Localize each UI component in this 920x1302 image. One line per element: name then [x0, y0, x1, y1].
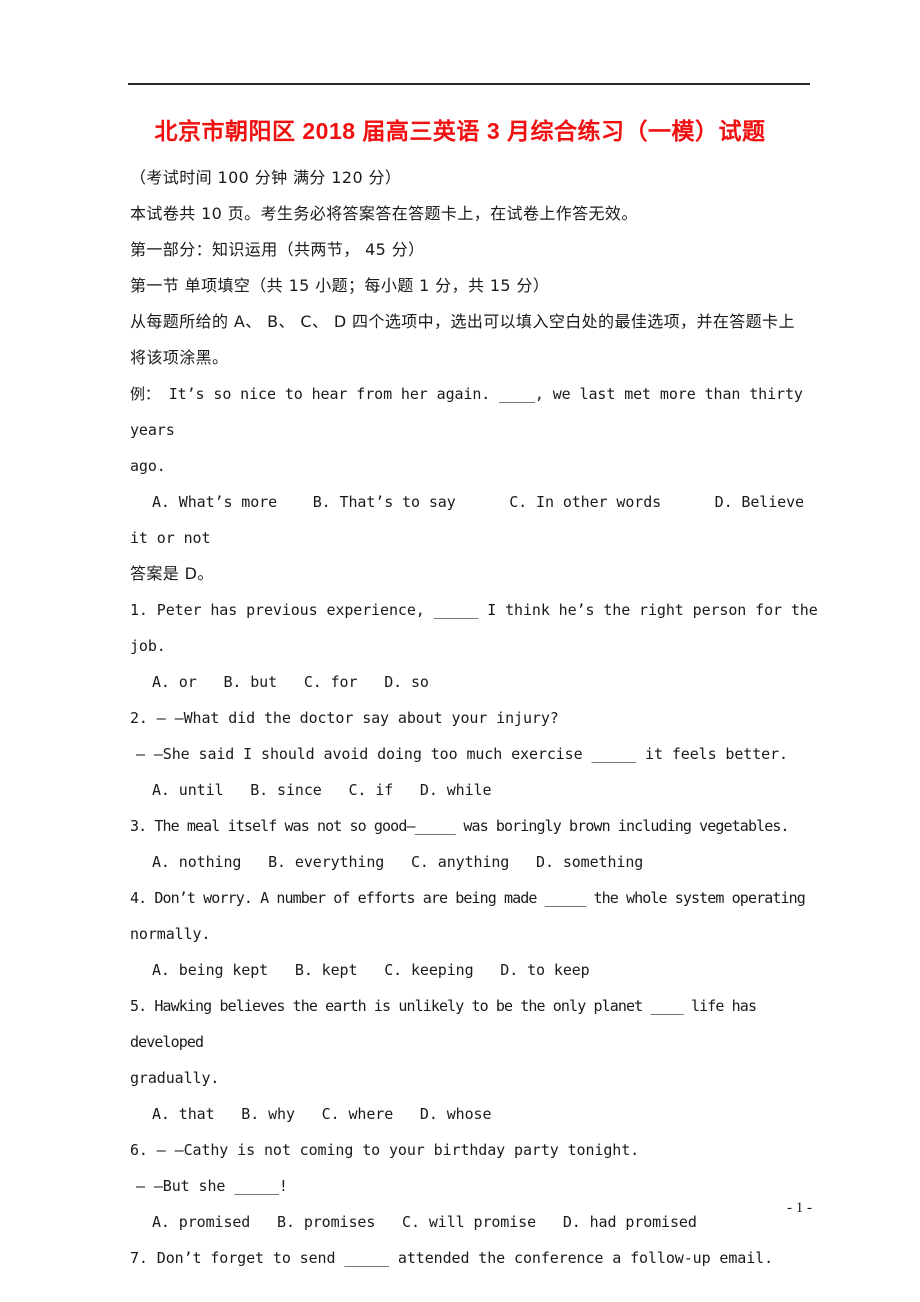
question-stem: 7. Don’t forget to send _____ attended t…	[130, 1249, 774, 1267]
question-options: A. nothing B. everything C. anything D. …	[152, 853, 644, 871]
example-options-overflow: it or not	[130, 529, 211, 547]
question-stem-continued: normally.	[130, 925, 211, 943]
question-stem: 4. Don’t worry. A number of efforts are …	[130, 889, 806, 907]
part-one-heading: 第一部分：知识运用（共两节， 45 分）	[130, 240, 425, 259]
exam-info-line: （考试时间 100 分钟 满分 120 分）	[130, 168, 402, 187]
paper-note-line: 本试卷共 10 页。考生务必将答案答在答题卡上，在试卷上作答无效。	[130, 204, 638, 223]
question-options: A. that B. why C. where D. whose	[152, 1105, 492, 1123]
question-options: A. until B. since C. if D. while	[152, 781, 492, 799]
instructions-line-1: 从每题所给的 A、 B、 C、 D 四个选项中，选出可以填入空白处的最佳选项，并…	[130, 312, 795, 331]
exam-paper-page: 北京市朝阳区 2018 届高三英语 3 月综合练习（一模）试题 （考试时间 10…	[0, 0, 920, 1302]
section-one-heading: 第一节 单项填空（共 15 小题；每小题 1 分，共 15 分）	[130, 276, 550, 295]
example-answer: 答案是 D。	[130, 564, 214, 583]
question-options: A. or B. but C. for D. so	[152, 673, 429, 691]
question-stem: 1. Peter has previous experience, _____ …	[130, 601, 827, 655]
example-stem-line-2: ago.	[130, 457, 166, 475]
header-divider-rule	[128, 83, 810, 85]
question-stem-reply: – –She said I should avoid doing too muc…	[136, 745, 788, 763]
question-stem-continued: gradually.	[130, 1069, 220, 1087]
page-title: 北京市朝阳区 2018 届高三英语 3 月综合练习（一模）试题	[154, 118, 766, 144]
instructions-line-2: 将该项涂黑。	[130, 348, 229, 367]
question-stem: 5. Hawking believes the earth is unlikel…	[130, 997, 765, 1051]
question-stem: 3. The meal itself was not so good—_____…	[130, 817, 789, 835]
example-stem-line-1: 例： It’s so nice to hear from her again. …	[130, 385, 812, 439]
question-stem-reply: – –But she _____!	[136, 1177, 288, 1195]
question-stem: 6. – –Cathy is not coming to your birthd…	[130, 1141, 640, 1159]
question-options: A. being kept B. kept C. keeping D. to k…	[152, 961, 590, 979]
page-number-footer: - 1 -	[787, 1200, 812, 1216]
question-stem: 2. – –What did the doctor say about your…	[130, 709, 559, 727]
document-body: （考试时间 100 分钟 满分 120 分） 本试卷共 10 页。考生务必将答案…	[130, 160, 820, 1276]
example-options: A. What’s more B. That’s to say C. In ot…	[152, 493, 804, 511]
